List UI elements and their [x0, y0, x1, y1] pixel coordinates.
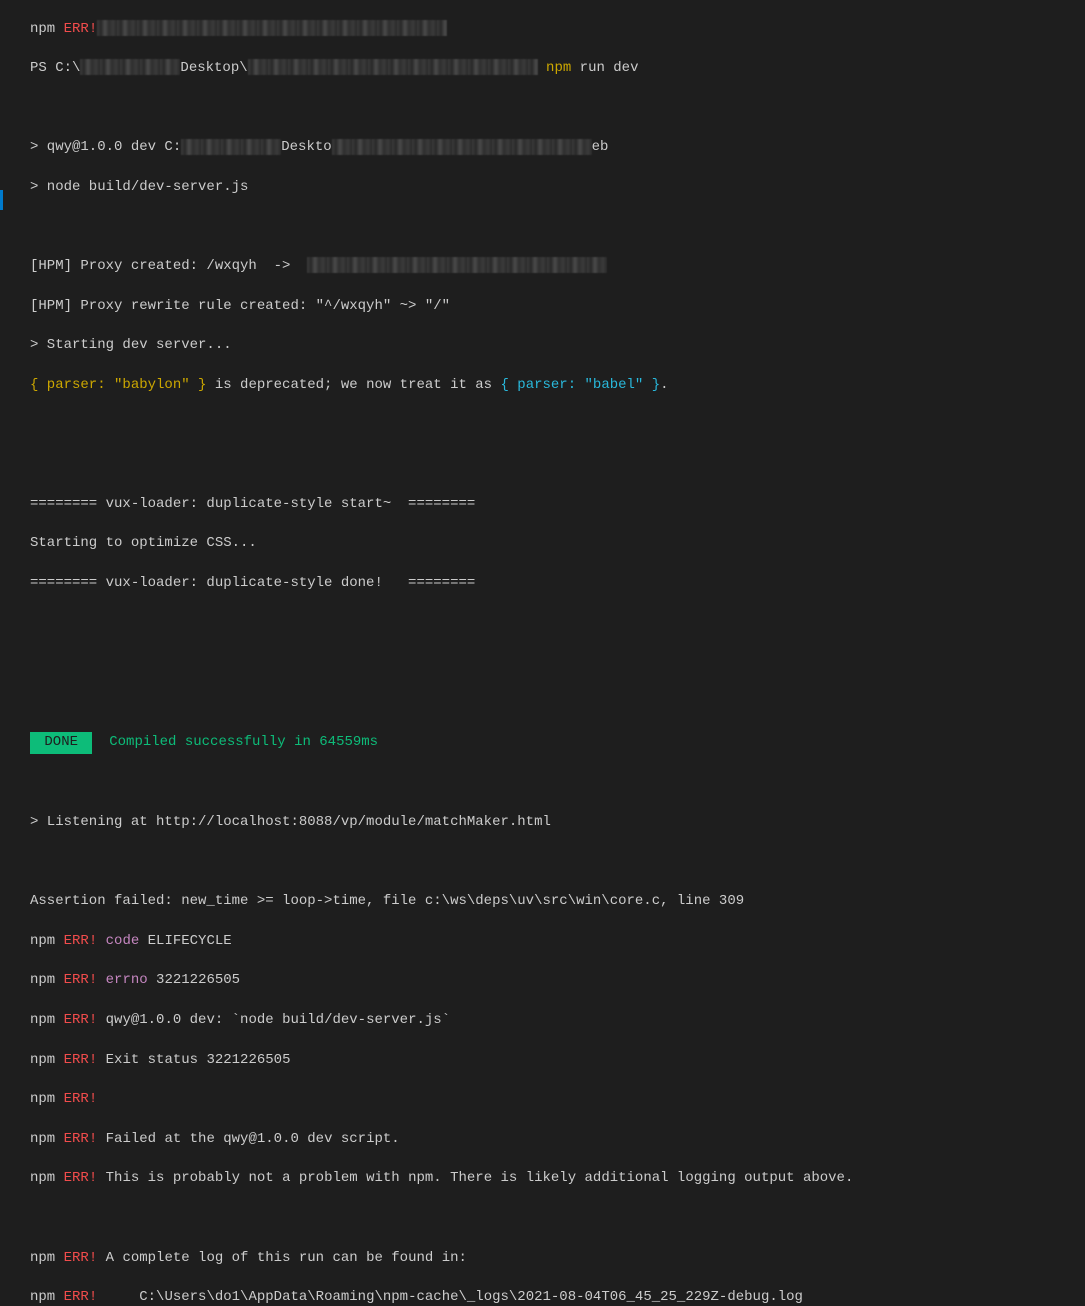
- redacted-block: [332, 139, 592, 155]
- npm-label: npm: [30, 21, 64, 37]
- err-value: C:\Users\do1\AppData\Roaming\npm-cache\_…: [97, 1289, 803, 1305]
- err-label: ERR!: [64, 1131, 98, 1147]
- terminal-line: npm ERR!: [30, 1090, 1055, 1110]
- redacted-block: [307, 257, 607, 273]
- err-value: Exit status 3221226505: [97, 1052, 290, 1068]
- terminal-line: [30, 773, 1055, 793]
- terminal-line: [30, 614, 1055, 634]
- vux-done: ======== vux-loader: duplicate-style don…: [30, 575, 475, 591]
- parser-babylon: { parser: "babylon" }: [30, 377, 206, 393]
- terminal-line: npm ERR! qwy@1.0.0 dev: `node build/dev-…: [30, 1011, 1055, 1031]
- terminal-line: [30, 455, 1055, 475]
- terminal-line: Assertion failed: new_time >= loop->time…: [30, 892, 1055, 912]
- npm-label: npm: [30, 1091, 55, 1107]
- listening-url: > Listening at http://localhost:8088/vp/…: [30, 814, 551, 830]
- path-text: Desktop\: [180, 60, 247, 76]
- terminal-line: ======== vux-loader: duplicate-style sta…: [30, 495, 1055, 515]
- npm-label: npm: [30, 1131, 55, 1147]
- err-value: This is probably not a problem with npm.…: [97, 1170, 853, 1186]
- optimize-css: Starting to optimize CSS...: [30, 535, 257, 551]
- terminal-line: npm ERR! code ELIFECYCLE: [30, 932, 1055, 952]
- err-label: ERR!: [64, 933, 98, 949]
- err-errno: errno: [106, 972, 148, 988]
- redacted-block: [181, 139, 281, 155]
- terminal-line: > node build/dev-server.js: [30, 178, 1055, 198]
- terminal-line: [30, 853, 1055, 873]
- err-value: A complete log of this run can be found …: [97, 1250, 467, 1266]
- terminal-line: [HPM] Proxy rewrite rule created: "^/wxq…: [30, 297, 1055, 317]
- terminal-line: npm ERR! This is probably not a problem …: [30, 1169, 1055, 1189]
- editor-left-indicator: [0, 190, 3, 210]
- terminal-line: DONE Compiled successfully in 64559ms: [30, 732, 1055, 754]
- hpm-proxy: [HPM] Proxy created: /wxqyh ->: [30, 258, 307, 274]
- terminal-line: [30, 99, 1055, 119]
- prompt-text: PS C:\: [30, 60, 80, 76]
- err-label: ERR!: [64, 1289, 98, 1305]
- terminal-line: [30, 416, 1055, 436]
- terminal-line: { parser: "babylon" } is deprecated; we …: [30, 376, 1055, 396]
- desktop-text: Deskto: [281, 139, 331, 155]
- err-value: Failed at the qwy@1.0.0 dev script.: [97, 1131, 399, 1147]
- terminal-output[interactable]: npm ERR! PS C:\ Desktop\ npm run dev > qw…: [0, 0, 1085, 1306]
- err-label: ERR!: [64, 1250, 98, 1266]
- err-label: ERR!: [64, 1052, 98, 1068]
- terminal-line: > Listening at http://localhost:8088/vp/…: [30, 813, 1055, 833]
- qwy-text: > qwy@1.0.0 dev C:: [30, 139, 181, 155]
- npm-label: npm: [30, 972, 55, 988]
- terminal-line: Starting to optimize CSS...: [30, 534, 1055, 554]
- npm-label: npm: [30, 1289, 55, 1305]
- terminal-line: npm ERR! A complete log of this run can …: [30, 1249, 1055, 1269]
- vux-start: ======== vux-loader: duplicate-style sta…: [30, 496, 475, 512]
- cmd-args: run dev: [571, 60, 638, 76]
- terminal-line: npm ERR! errno 3221226505: [30, 971, 1055, 991]
- cmd-npm: npm: [546, 60, 571, 76]
- terminal-line: [30, 218, 1055, 238]
- err-value: qwy@1.0.0 dev: `node build/dev-server.js…: [97, 1012, 450, 1028]
- done-badge: DONE: [30, 732, 92, 754]
- terminal-line: > Starting dev server...: [30, 336, 1055, 356]
- err-value: 3221226505: [148, 972, 240, 988]
- node-build: > node build/dev-server.js: [30, 179, 248, 195]
- redacted-block: [80, 59, 180, 75]
- terminal-line: [30, 653, 1055, 673]
- err-value: ELIFECYCLE: [139, 933, 231, 949]
- terminal-line: npm ERR!: [30, 20, 1055, 40]
- terminal-line: [30, 693, 1055, 713]
- parser-babel: { parser: "babel" }: [501, 377, 661, 393]
- terminal-line: PS C:\ Desktop\ npm run dev: [30, 59, 1055, 79]
- deprecated-text: is deprecated; we now treat it as: [206, 377, 500, 393]
- err-code: code: [106, 933, 140, 949]
- npm-label: npm: [30, 1170, 55, 1186]
- redacted-block: [97, 20, 447, 36]
- terminal-line: npm ERR! Exit status 3221226505: [30, 1051, 1055, 1071]
- terminal-line: [HPM] Proxy created: /wxqyh ->: [30, 257, 1055, 277]
- terminal-line: npm ERR! C:\Users\do1\AppData\Roaming\np…: [30, 1288, 1055, 1306]
- err-label: ERR!: [64, 972, 98, 988]
- err-label: ERR!: [64, 1012, 98, 1028]
- npm-label: npm: [30, 1250, 55, 1266]
- terminal-line: [30, 1209, 1055, 1229]
- terminal-line: > qwy@1.0.0 dev C: Deskto eb: [30, 138, 1055, 158]
- terminal-line: npm ERR! Failed at the qwy@1.0.0 dev scr…: [30, 1130, 1055, 1150]
- err-label: ERR!: [64, 21, 98, 37]
- dot: .: [660, 377, 668, 393]
- hpm-rewrite: [HPM] Proxy rewrite rule created: "^/wxq…: [30, 298, 450, 314]
- redacted-block: [248, 59, 538, 75]
- err-label: ERR!: [64, 1091, 98, 1107]
- npm-label: npm: [30, 1052, 55, 1068]
- starting-server: > Starting dev server...: [30, 337, 232, 353]
- err-label: ERR!: [64, 1170, 98, 1186]
- npm-label: npm: [30, 933, 55, 949]
- eb-text: eb: [592, 139, 609, 155]
- npm-label: npm: [30, 1012, 55, 1028]
- terminal-line: ======== vux-loader: duplicate-style don…: [30, 574, 1055, 594]
- compiled-msg: Compiled successfully in 64559ms: [109, 734, 378, 750]
- assertion-failed: Assertion failed: new_time >= loop->time…: [30, 893, 744, 909]
